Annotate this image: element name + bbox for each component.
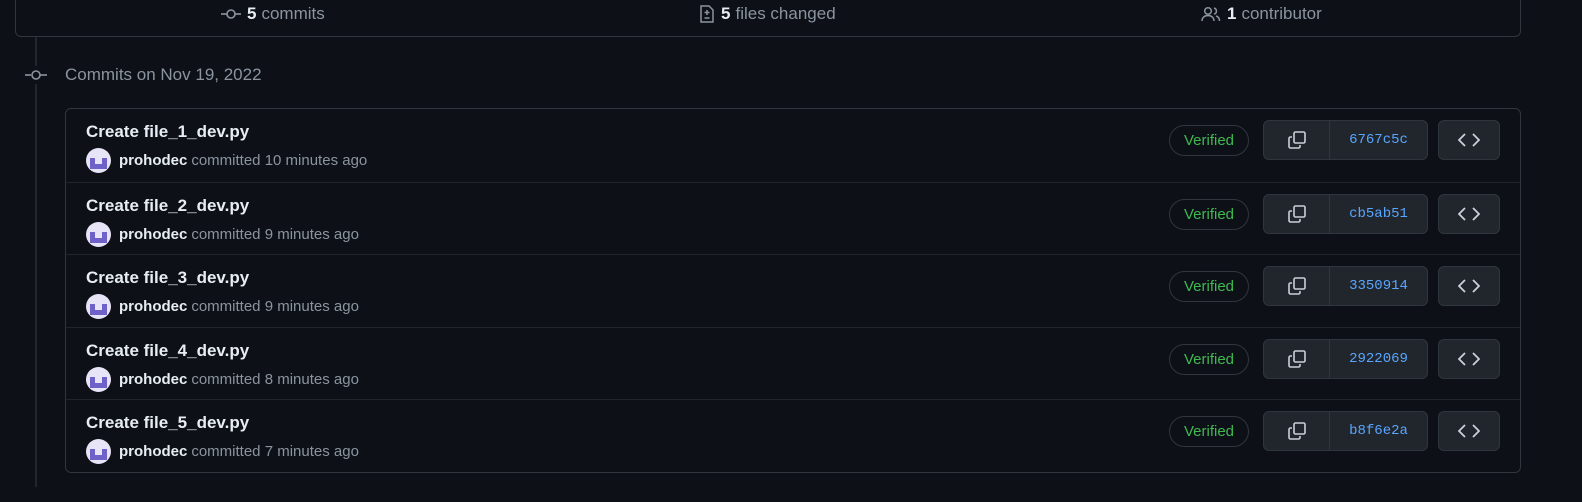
commit-time: committed 9 minutes ago [191,225,359,243]
commit-row: Create file_5_dev.py prohodec committed … [66,399,1520,472]
commits-count: 5 [247,4,257,23]
commit-sha-group: 3350914 [1263,266,1428,307]
commits-label: commits [261,4,325,23]
commit-meta: prohodec committed 10 minutes ago [86,148,367,173]
browse-repo-button[interactable] [1438,411,1500,452]
commit-sha-group: b8f6e2a [1263,411,1428,452]
commit-sha-link[interactable]: 3350914 [1330,267,1427,305]
verified-badge[interactable]: Verified [1169,271,1249,303]
commit-time: committed 8 minutes ago [191,370,359,388]
verified-badge[interactable]: Verified [1169,416,1249,448]
copy-sha-button[interactable] [1264,267,1330,306]
browse-repo-button[interactable] [1438,266,1500,307]
code-icon [1458,424,1480,439]
copy-sha-button[interactable] [1264,194,1330,233]
copy-sha-button[interactable] [1264,412,1330,451]
commit-title-link[interactable]: Create file_5_dev.py [86,413,249,433]
contributors-count: 1 [1227,4,1237,23]
code-icon [1458,352,1480,366]
commit-sha-group: 2922069 [1263,338,1428,379]
code-icon [1458,133,1480,147]
commit-title-link[interactable]: Create file_2_dev.py [86,196,249,216]
author-link[interactable]: prohodec [119,443,187,460]
commit-meta: prohodec committed 9 minutes ago [86,221,359,247]
file-diff-icon [700,5,714,23]
author-link[interactable]: prohodec [119,298,187,315]
copy-icon [1287,204,1306,223]
verified-badge[interactable]: Verified [1169,125,1249,156]
files-changed-stat[interactable]: 5 files changed [699,4,836,24]
commit-sha-link[interactable]: 2922069 [1330,340,1427,378]
commit-meta: prohodec committed 7 minutes ago [86,439,359,465]
author-link[interactable]: prohodec [119,226,187,243]
copy-sha-button[interactable] [1264,339,1330,378]
avatar[interactable] [86,366,111,392]
files-label: files changed [735,4,836,23]
verified-badge[interactable]: Verified [1169,343,1249,375]
verified-badge[interactable]: Verified [1169,198,1249,230]
avatar[interactable] [86,221,111,247]
code-icon [1458,206,1480,221]
git-commit-icon [25,66,47,84]
browse-repo-button[interactable] [1438,120,1500,160]
commit-group-title: Commits on Nov 19, 2022 [65,65,262,84]
commit-meta: prohodec committed 9 minutes ago [86,294,359,320]
commit-sha-link[interactable]: cb5ab51 [1330,195,1427,233]
avatar[interactable] [86,439,111,465]
avatar[interactable] [86,294,111,320]
files-count: 5 [721,4,731,23]
copy-icon [1287,422,1306,441]
avatar[interactable] [86,148,111,173]
timeline-line [35,37,37,487]
browse-repo-button[interactable] [1438,338,1500,379]
commit-title-link[interactable]: Create file_1_dev.py [86,122,249,142]
commit-title-link[interactable]: Create file_4_dev.py [86,341,249,361]
commit-row: Create file_3_dev.py prohodec committed … [66,254,1520,327]
commit-list: Create file_1_dev.py prohodec committed … [65,108,1521,473]
commit-sha-group: cb5ab51 [1263,193,1428,234]
copy-icon [1287,277,1306,295]
commit-time: committed 7 minutes ago [191,443,359,461]
commit-row: Create file_2_dev.py prohodec committed … [66,181,1520,255]
contributors-stat[interactable]: 1 contributor [1201,4,1322,24]
commit-sha-link[interactable]: b8f6e2a [1330,412,1427,450]
contributors-label: contributor [1241,4,1322,23]
copy-icon [1287,131,1306,149]
commit-title-link[interactable]: Create file_3_dev.py [86,268,249,288]
compare-summary-bar: 5 commits 5 files changed 1 contributor [15,0,1521,37]
author-link[interactable]: prohodec [119,371,187,388]
commit-sha-link[interactable]: 6767c5c [1330,121,1427,159]
commit-time: committed 9 minutes ago [191,298,359,316]
author-link[interactable]: prohodec [119,152,187,169]
commit-meta: prohodec committed 8 minutes ago [86,366,359,392]
copy-sha-button[interactable] [1264,121,1330,159]
commit-sha-group: 6767c5c [1263,120,1428,160]
copy-icon [1287,349,1306,368]
people-icon [1201,6,1221,22]
git-commit-icon [221,9,241,19]
commits-stat[interactable]: 5 commits [221,4,325,24]
code-icon [1458,279,1480,293]
commit-time: committed 10 minutes ago [191,152,368,169]
browse-repo-button[interactable] [1438,193,1500,234]
commit-row: Create file_4_dev.py prohodec committed … [66,326,1520,400]
commit-row: Create file_1_dev.py prohodec committed … [66,109,1520,182]
